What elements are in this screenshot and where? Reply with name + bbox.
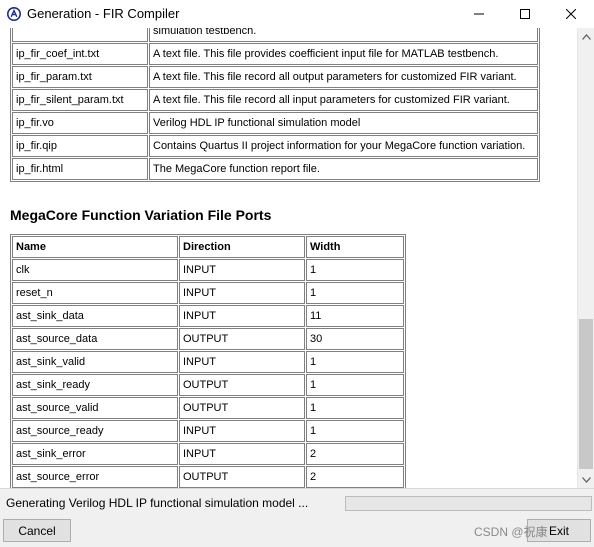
minimize-icon <box>474 13 484 15</box>
maximize-icon <box>520 9 530 19</box>
maximize-button[interactable] <box>502 0 548 28</box>
port-row: ast_sink_error INPUT 2 <box>12 443 404 465</box>
port-row: ast_sink_valid INPUT 1 <box>12 351 404 373</box>
port-row: clk INPUT 1 <box>12 259 404 281</box>
port-width-cell: 1 <box>306 374 404 396</box>
port-row: ast_sink_ready OUTPUT 1 <box>12 374 404 396</box>
file-row: ip_fir.html The MegaCore function report … <box>12 158 538 180</box>
close-icon <box>566 9 576 19</box>
port-width-cell: 1 <box>306 397 404 419</box>
vertical-scrollbar[interactable] <box>577 28 594 488</box>
port-direction-cell: INPUT <box>179 351 305 373</box>
file-row: simulation testbench. <box>12 28 538 42</box>
watermark: CSDN @祝康 <box>474 525 548 539</box>
port-width-cell: 2 <box>306 466 404 488</box>
app-logo-icon <box>7 7 21 21</box>
port-name-cell: ast_source_data <box>12 328 178 350</box>
column-header-direction: Direction <box>179 236 305 258</box>
cancel-button[interactable]: Cancel <box>3 519 71 542</box>
progress-bar <box>345 496 592 511</box>
file-row: ip_fir_coef_int.txt A text file. This fil… <box>12 43 538 65</box>
port-name-cell: ast_sink_valid <box>12 351 178 373</box>
port-row: ast_sink_data INPUT 11 <box>12 305 404 327</box>
file-name-cell: ip_fir_param.txt <box>12 66 148 88</box>
file-description-cell: A text file. This file record all output… <box>149 66 538 88</box>
scroll-down-button[interactable] <box>578 471 594 488</box>
file-row: ip_fir.vo Verilog HDL IP functional simul… <box>12 112 538 134</box>
scroll-down-arrow-icon <box>582 476 591 483</box>
file-row: ip_fir_silent_param.txt A text file. This… <box>12 89 538 111</box>
port-direction-cell: OUTPUT <box>179 374 305 396</box>
port-name-cell: ast_source_ready <box>12 420 178 442</box>
column-header-name: Name <box>12 236 178 258</box>
port-name-cell: reset_n <box>12 282 178 304</box>
file-name-cell: ip_fir.vo <box>12 112 148 134</box>
port-direction-cell: INPUT <box>179 282 305 304</box>
port-width-cell: 1 <box>306 259 404 281</box>
port-row: ast_source_valid OUTPUT 1 <box>12 397 404 419</box>
port-width-cell: 2 <box>306 443 404 465</box>
file-name-cell: ip_fir.html <box>12 158 148 180</box>
port-direction-cell: INPUT <box>179 305 305 327</box>
file-name-cell: ip_fir_silent_param.txt <box>12 89 148 111</box>
port-direction-cell: INPUT <box>179 259 305 281</box>
port-name-cell: ast_sink_error <box>12 443 178 465</box>
scroll-up-arrow-icon <box>582 33 591 40</box>
port-row: ast_source_ready INPUT 1 <box>12 420 404 442</box>
port-direction-cell: INPUT <box>179 420 305 442</box>
port-width-cell: 1 <box>306 282 404 304</box>
column-header-width: Width <box>306 236 404 258</box>
port-name-cell: ast_sink_data <box>12 305 178 327</box>
port-row: ast_source_data OUTPUT 30 <box>12 328 404 350</box>
port-direction-cell: INPUT <box>179 443 305 465</box>
port-direction-cell: OUTPUT <box>179 397 305 419</box>
file-name-cell: ip_fir.qip <box>12 135 148 157</box>
port-name-cell: clk <box>12 259 178 281</box>
port-row: reset_n INPUT 1 <box>12 282 404 304</box>
close-button[interactable] <box>548 0 594 28</box>
title-bar: Generation - FIR Compiler <box>0 0 594 29</box>
minimize-button[interactable] <box>456 0 502 28</box>
port-width-cell: 1 <box>306 420 404 442</box>
file-row: ip_fir.qip Contains Quartus II project in… <box>12 135 538 157</box>
file-description-cell: A text file. This file provides coeffici… <box>149 43 538 65</box>
port-name-cell: ast_sink_ready <box>12 374 178 396</box>
file-name-cell <box>12 28 148 42</box>
file-row: ip_fir_param.txt A text file. This file r… <box>12 66 538 88</box>
status-text: Generating Verilog HDL IP functional sim… <box>6 496 309 510</box>
file-description-cell: A text file. This file record all input … <box>149 89 538 111</box>
port-width-cell: 30 <box>306 328 404 350</box>
file-description-cell: Contains Quartus II project information … <box>149 135 538 157</box>
file-description-cell: simulation testbench. <box>149 28 538 42</box>
port-row: ast_source_error OUTPUT 2 <box>12 466 404 488</box>
scrollbar-thumb[interactable] <box>579 319 593 469</box>
scroll-up-button[interactable] <box>578 28 594 45</box>
file-description-cell: Verilog HDL IP functional simulation mod… <box>149 112 538 134</box>
port-name-cell: ast_source_valid <box>12 397 178 419</box>
ports-section-title: MegaCore Function Variation File Ports <box>10 207 272 223</box>
status-bar: Generating Verilog HDL IP functional sim… <box>0 488 594 517</box>
file-description-cell: The MegaCore function report file. <box>149 158 538 180</box>
report-content: simulation testbench. ip_fir_coef_int.txt… <box>0 28 577 488</box>
port-width-cell: 1 <box>306 351 404 373</box>
file-name-cell: ip_fir_coef_int.txt <box>12 43 148 65</box>
port-direction-cell: OUTPUT <box>179 466 305 488</box>
ports-table: Name Direction Width clk INPUT 1 reset_n INP… <box>10 234 406 488</box>
port-direction-cell: OUTPUT <box>179 328 305 350</box>
ports-table-header: Name Direction Width <box>12 236 404 258</box>
window-title: Generation - FIR Compiler <box>27 6 180 21</box>
port-width-cell: 11 <box>306 305 404 327</box>
generated-files-table: simulation testbench. ip_fir_coef_int.txt… <box>10 28 540 182</box>
port-name-cell: ast_source_error <box>12 466 178 488</box>
